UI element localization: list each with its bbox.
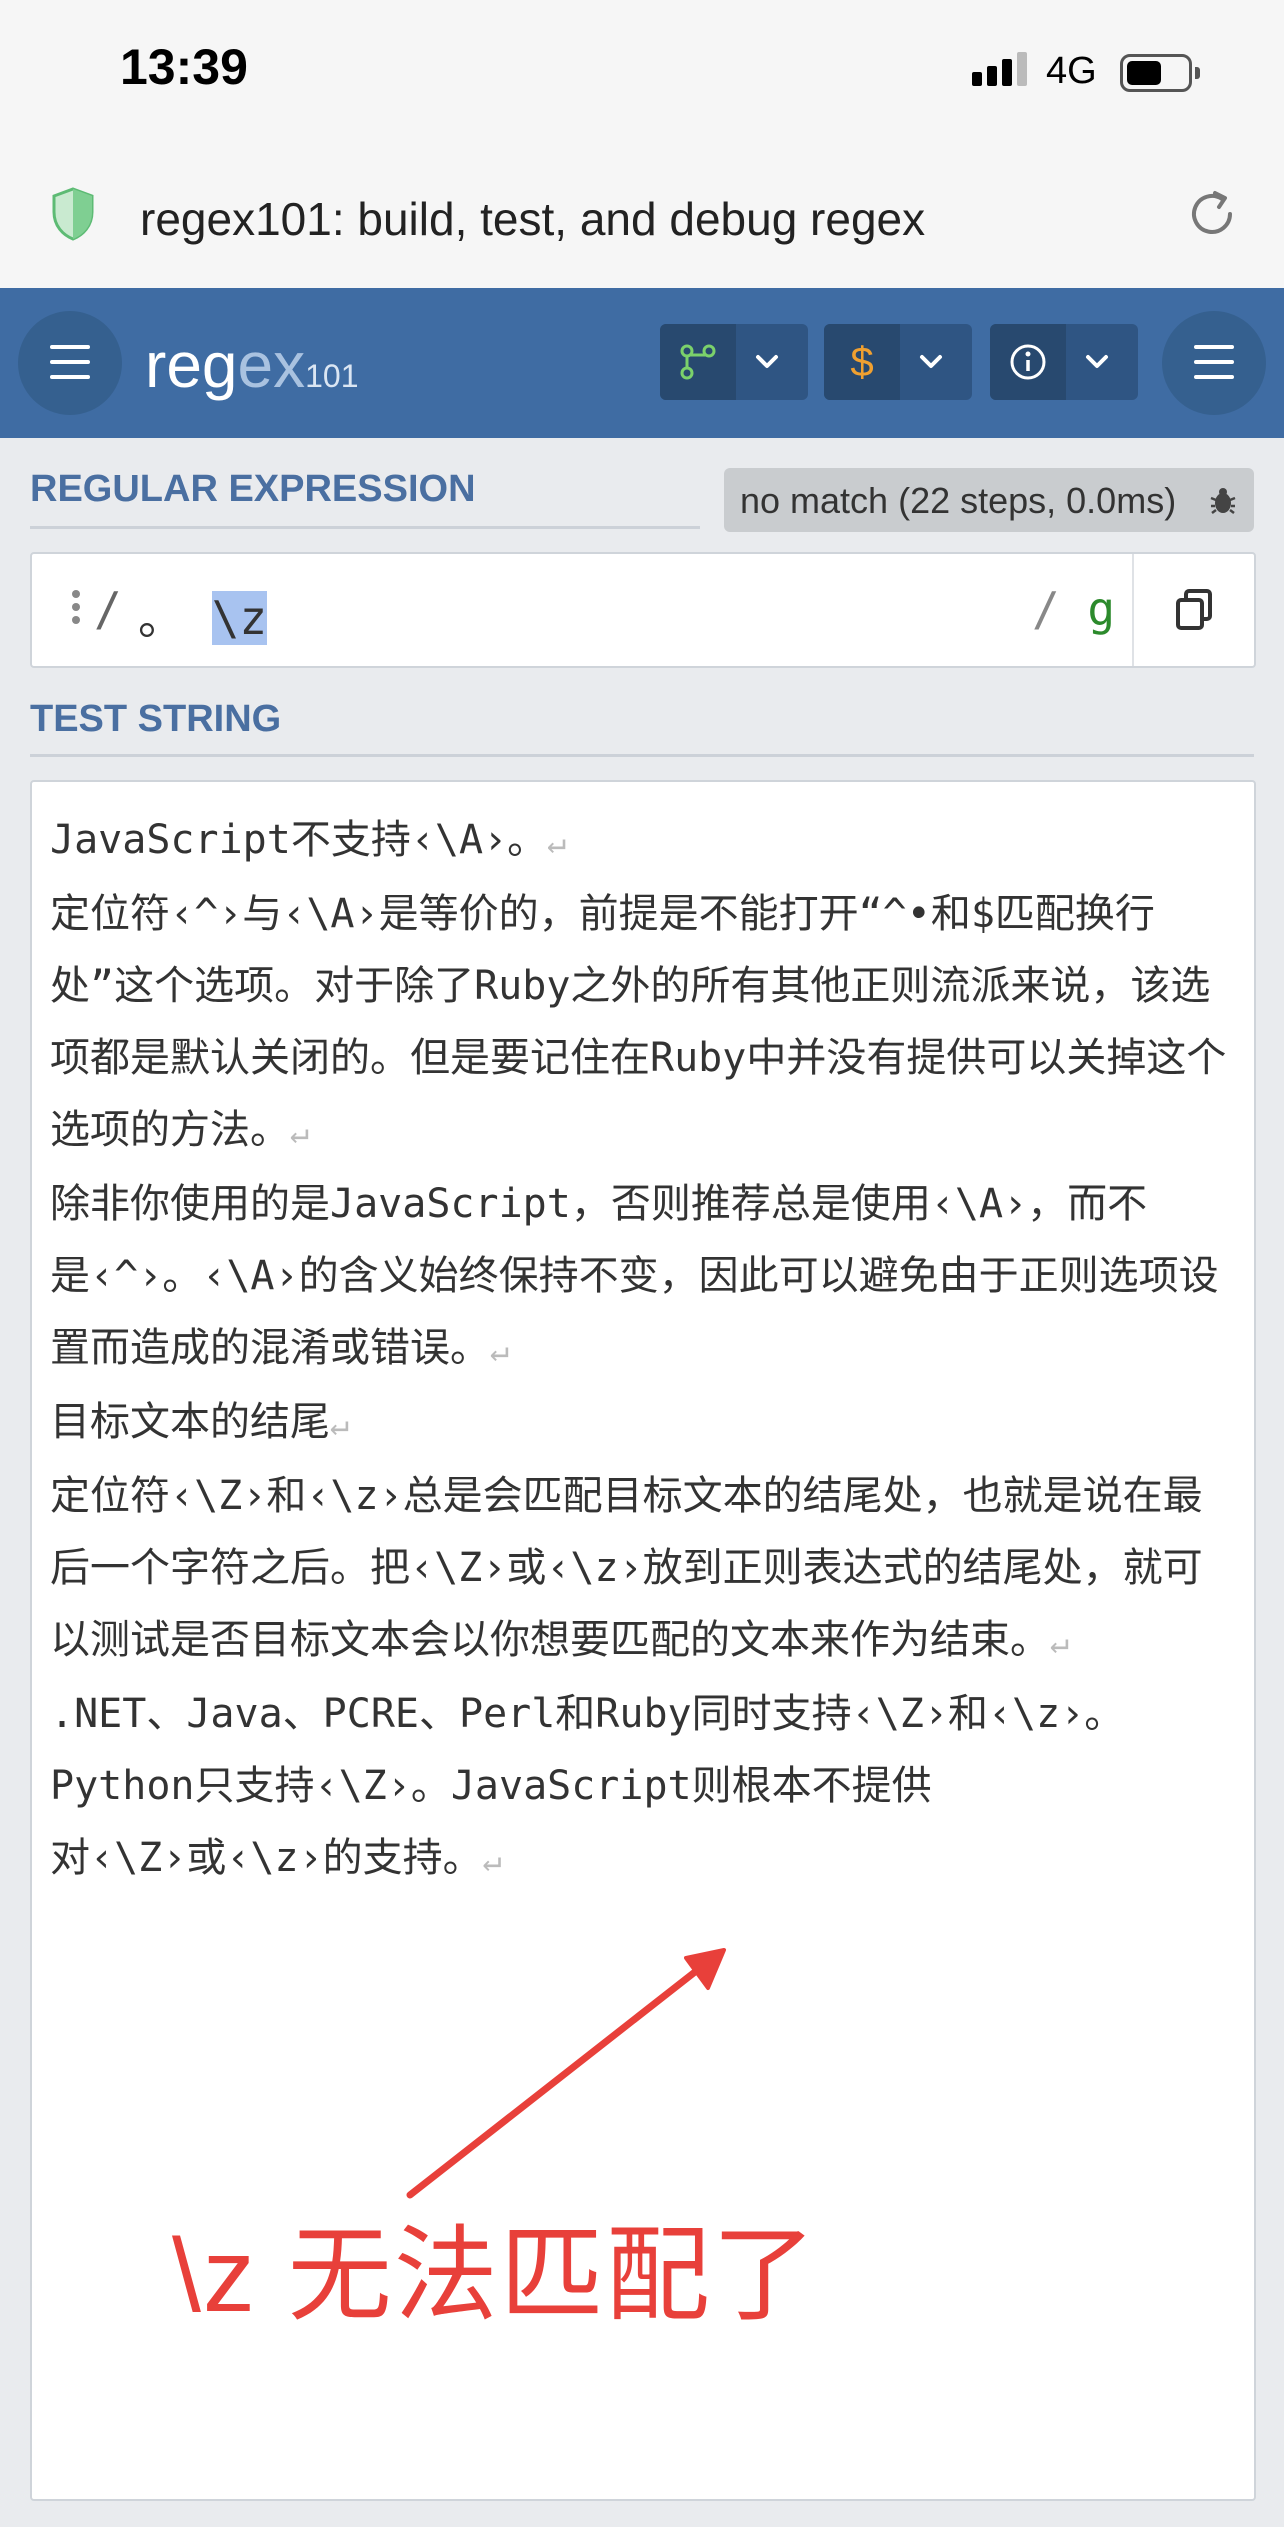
newline-marker: ↵ <box>330 1405 350 1443</box>
chevron-down-icon <box>920 355 942 368</box>
regex-pattern[interactable]: 。 \z <box>138 582 268 648</box>
reload-icon[interactable] <box>1182 184 1242 244</box>
test-line: 定位符‹\Z›和‹\z›总是会匹配目标文本的结尾处，也就是说在最后一个字符之后。… <box>50 1473 1203 1663</box>
divider <box>30 526 700 529</box>
menu-button[interactable] <box>18 311 122 415</box>
chevron-down-icon <box>756 355 778 368</box>
copy-regex-button[interactable] <box>1132 554 1254 666</box>
status-time: 13:39 <box>120 39 248 95</box>
copy-icon <box>1176 589 1212 630</box>
test-string-text[interactable]: JavaScript不支持‹\A›。↵ 定位符‹^›与‹\A›是等价的，前提是不… <box>50 804 1240 1896</box>
regex-flags[interactable]: / g <box>1032 582 1115 636</box>
newline-marker: ↵ <box>490 1331 510 1369</box>
hamburger-icon <box>50 345 90 390</box>
newline-marker: ↵ <box>547 823 567 861</box>
match-info-text: no match (22 steps, 0.0ms) <box>740 480 1177 521</box>
regex-input[interactable]: / 。 \z / g <box>30 552 1256 668</box>
flavor-dropdown[interactable] <box>660 324 808 400</box>
branch-icon <box>660 324 736 400</box>
test-line: 定位符‹^›与‹\A›是等价的，前提是不能打开“^•和$匹配换行处”这个选项。对… <box>50 891 1227 1153</box>
app-header: regex101 $ <box>0 288 1284 438</box>
test-string-label: TEST STRING <box>30 698 282 740</box>
browser-title-bar[interactable]: regex101: build, test, and debug regex <box>0 150 1284 288</box>
test-line: 除非你使用的是JavaScript，否则推荐总是使用‹\A›，而不是‹^›。‹\… <box>50 1181 1219 1371</box>
battery-icon <box>1120 54 1200 92</box>
debugger-bug-icon[interactable] <box>1208 486 1238 516</box>
network-type: 4G <box>1046 50 1097 92</box>
newline-marker: ↵ <box>482 1841 502 1879</box>
regex101-logo[interactable]: regex101 <box>145 328 358 402</box>
regex-section-label: REGULAR EXPRESSION <box>30 468 476 510</box>
match-info-badge[interactable]: no match (22 steps, 0.0ms) <box>724 468 1254 532</box>
newline-marker: ↵ <box>1050 1623 1070 1661</box>
info-dropdown[interactable] <box>990 324 1138 400</box>
chevron-down-icon <box>1086 355 1108 368</box>
selected-text: \z <box>211 591 268 645</box>
page-title: regex101: build, test, and debug regex <box>140 193 926 245</box>
test-line: 目标文本的结尾↵ <box>50 1399 350 1445</box>
info-icon <box>990 324 1066 400</box>
shield-icon <box>52 187 94 241</box>
regex-delimiter-open: / <box>94 582 122 636</box>
substitution-dropdown[interactable]: $ <box>824 324 972 400</box>
newline-marker: ↵ <box>290 1113 310 1151</box>
annotation-text: \z 无法匹配了 <box>172 2218 818 2334</box>
test-line: JavaScript不支持‹\A›。↵ <box>50 817 567 863</box>
divider <box>30 754 1254 757</box>
hamburger-icon <box>1194 345 1234 390</box>
dollar-icon: $ <box>824 324 900 400</box>
status-bar: 13:39 4G <box>0 0 1284 150</box>
drag-handle-icon[interactable] <box>72 590 80 629</box>
test-line: .NET、Java、PCRE、Perl和Ruby同时支持‹\Z›和‹\z›。Py… <box>50 1691 1125 1881</box>
cellular-signal-icon <box>972 52 1032 86</box>
settings-menu-button[interactable] <box>1162 311 1266 415</box>
